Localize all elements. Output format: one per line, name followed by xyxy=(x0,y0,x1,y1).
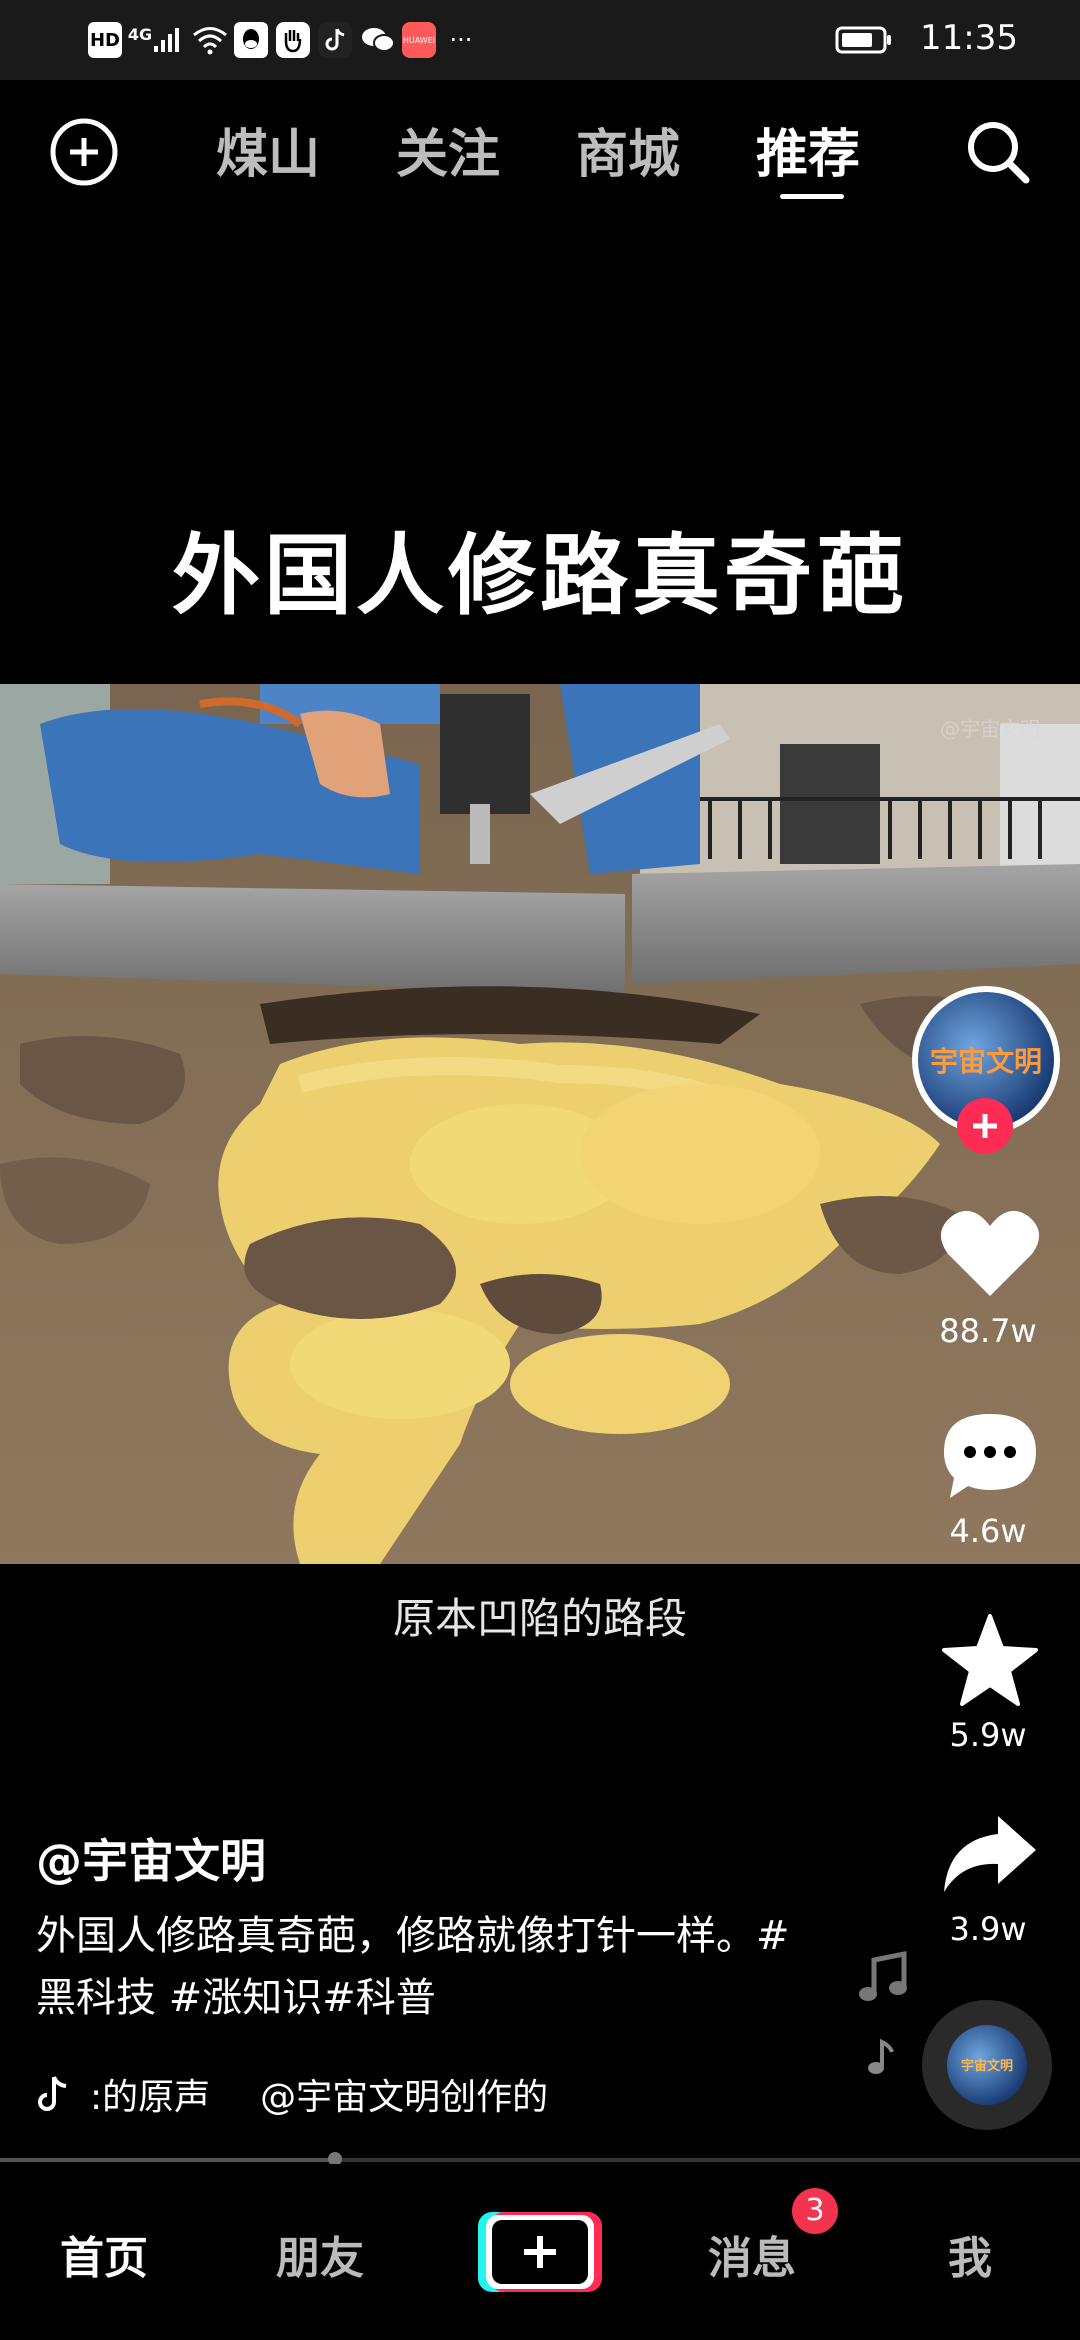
music-disc[interactable]: 宇宙文明 xyxy=(922,2000,1052,2130)
disc-text: 宇宙文明 xyxy=(960,2059,1013,2074)
signal-icon xyxy=(150,22,184,58)
messages-badge: 3 xyxy=(792,2188,838,2234)
battery-icon xyxy=(834,22,894,58)
tab-me[interactable]: 我 xyxy=(948,2222,992,2286)
tab-mall[interactable]: 商城 xyxy=(576,112,680,187)
comment-icon[interactable] xyxy=(938,1408,1042,1504)
tab-home[interactable]: 首页 xyxy=(60,2222,148,2286)
tab-following[interactable]: 关注 xyxy=(396,112,500,187)
avatar-text: 宇宙文明 xyxy=(929,1045,1042,1078)
add-icon[interactable] xyxy=(48,116,120,188)
video-illustration: @宇宙文明 xyxy=(0,684,1080,1564)
share-icon[interactable] xyxy=(940,1812,1040,1896)
follow-plus-button[interactable] xyxy=(957,1098,1013,1154)
tab-meishan[interactable]: 煤山 xyxy=(216,112,320,187)
huawei-icon: HUAWEI xyxy=(402,22,436,58)
like-count: 88.7w xyxy=(939,1312,1037,1350)
star-icon[interactable] xyxy=(940,1612,1040,1708)
search-icon[interactable] xyxy=(962,116,1034,188)
music-row[interactable]: :的原声 @宇宙文明创作的 xyxy=(36,2068,548,2120)
tiktok-note-icon xyxy=(36,2074,70,2114)
tiktok-icon xyxy=(318,22,352,58)
hand-icon xyxy=(276,22,310,58)
music-credit: @宇宙文明创作的 xyxy=(260,2077,549,2118)
tab-recommend[interactable]: 推荐 xyxy=(756,112,860,187)
create-button[interactable] xyxy=(478,2212,602,2292)
video-frame[interactable]: @宇宙文明 xyxy=(0,684,1080,1564)
post-description: 外国人修路真奇葩，修路就像打针一样。#黑科技 #涨知识#科普 xyxy=(36,1913,790,2021)
music-note-small-icon xyxy=(862,2036,898,2076)
qq-icon xyxy=(234,22,268,58)
music-label: :的原声 xyxy=(90,2077,211,2118)
plus-icon xyxy=(492,2220,588,2284)
favorite-count: 5.9w xyxy=(949,1716,1027,1754)
heart-icon[interactable] xyxy=(938,1208,1042,1300)
comment-count: 4.6w xyxy=(949,1512,1027,1550)
progress-fill xyxy=(0,2158,335,2162)
wifi-icon xyxy=(190,22,230,58)
hd-badge: HD xyxy=(88,22,122,58)
video-subtitle: 原本凹陷的路段 xyxy=(392,1594,687,1643)
music-note-icon xyxy=(852,1950,912,2006)
active-tab-indicator xyxy=(780,194,844,199)
author-name[interactable]: @宇宙文明 xyxy=(36,1825,266,1891)
tab-messages[interactable]: 消息 xyxy=(708,2222,796,2286)
wechat-icon xyxy=(360,22,396,58)
video-title-caption: 外国人修路真奇葩 xyxy=(171,524,908,627)
tab-friends[interactable]: 朋友 xyxy=(276,2222,364,2286)
clock: 11:35 xyxy=(920,18,1018,58)
more-dots-icon: ··· xyxy=(449,26,473,54)
status-bar: HD 4G HUAWEI ··· 11:35 xyxy=(0,0,1080,80)
network-type: 4G xyxy=(127,24,153,44)
video-watermark: @宇宙文明 xyxy=(940,717,1040,741)
share-count: 3.9w xyxy=(949,1910,1027,1948)
